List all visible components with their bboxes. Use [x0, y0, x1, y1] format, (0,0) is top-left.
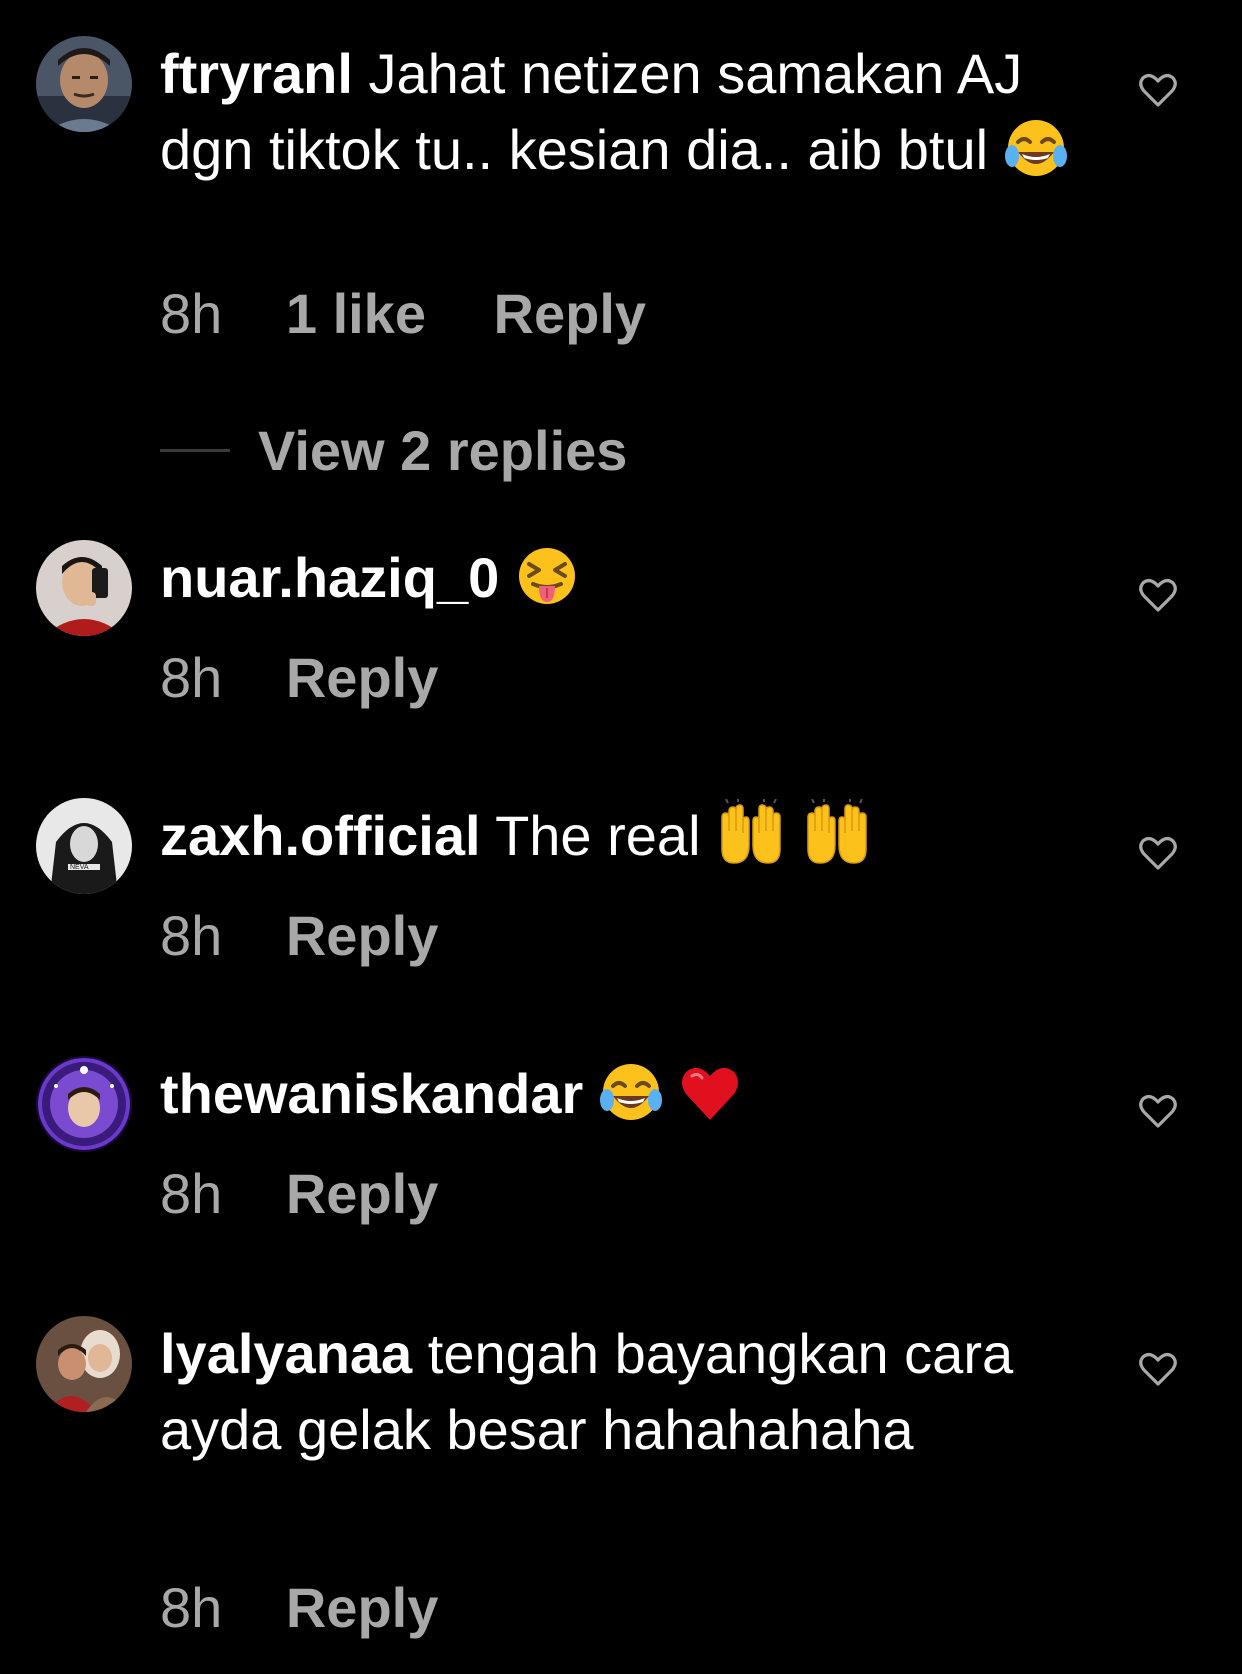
comment-meta: 8h Reply	[160, 1162, 438, 1226]
view-replies-button[interactable]: View 2 replies	[160, 418, 627, 482]
avatar-family-photo-icon	[36, 1316, 132, 1412]
red-heart-icon	[678, 1060, 742, 1124]
comment-meta: 8h Reply	[160, 1576, 438, 1640]
svg-text:NEVA: NEVA	[70, 864, 89, 871]
like-count-link[interactable]: 1 like	[286, 282, 426, 345]
avatar[interactable]	[36, 1056, 132, 1152]
raising-hands-icon	[716, 799, 786, 869]
comment-time: 8h	[160, 646, 223, 709]
replies-divider-line	[160, 448, 230, 452]
reply-button[interactable]: Reply	[286, 1162, 439, 1225]
reply-button[interactable]: Reply	[286, 646, 439, 709]
face-with-tears-of-joy-icon	[599, 1060, 663, 1124]
like-heart-icon[interactable]	[1138, 835, 1178, 871]
comment-username[interactable]: zaxh.official	[160, 804, 481, 867]
comment-text: thewaniskandar	[160, 1056, 1080, 1132]
like-heart-icon[interactable]	[1138, 72, 1178, 108]
comment-username[interactable]: lyalyanaa	[160, 1322, 412, 1385]
raising-hands-icon	[802, 799, 872, 869]
face-with-tears-of-joy-icon	[1004, 116, 1068, 180]
like-heart-icon[interactable]	[1138, 1093, 1178, 1129]
avatar[interactable]: NEVA	[36, 798, 132, 894]
comment-text: lyalyanaa tengah bayangkan cara ayda gel…	[160, 1316, 1080, 1468]
reply-button[interactable]: Reply	[494, 282, 647, 345]
avatar[interactable]	[36, 1316, 132, 1412]
avatar-hooded-figure-icon: NEVA	[36, 798, 132, 894]
comment-username[interactable]: nuar.haziq_0	[160, 546, 499, 609]
like-heart-icon[interactable]	[1138, 577, 1178, 613]
comment-time: 8h	[160, 904, 223, 967]
comment-time: 8h	[160, 282, 223, 345]
comment-meta: 8h Reply	[160, 904, 438, 968]
comment-time: 8h	[160, 1576, 223, 1639]
comment-body: The real	[495, 804, 701, 867]
avatar[interactable]	[36, 540, 132, 636]
reply-button[interactable]: Reply	[286, 904, 439, 967]
avatar-man-photo-icon	[36, 36, 132, 132]
avatar-boy-selfie-icon	[36, 540, 132, 636]
reply-button[interactable]: Reply	[286, 1576, 439, 1639]
comment-text: ftryranl Jahat netizen samakan AJ dgn ti…	[160, 36, 1080, 188]
comment-time: 8h	[160, 1162, 223, 1225]
comment-username[interactable]: thewaniskandar	[160, 1062, 583, 1125]
view-replies-label: View 2 replies	[258, 418, 628, 482]
like-heart-icon[interactable]	[1138, 1351, 1178, 1387]
comment-meta: 8h Reply	[160, 646, 438, 710]
comment-username[interactable]: ftryranl	[160, 42, 353, 105]
comment-text: zaxh.official The real	[160, 798, 1080, 875]
avatar[interactable]	[36, 36, 132, 132]
comment-meta: 8h 1 like Reply	[160, 282, 646, 346]
avatar-purple-frame-icon	[36, 1056, 132, 1152]
comment-text: nuar.haziq_0	[160, 540, 1080, 616]
squinting-face-with-tongue-icon	[515, 544, 579, 608]
